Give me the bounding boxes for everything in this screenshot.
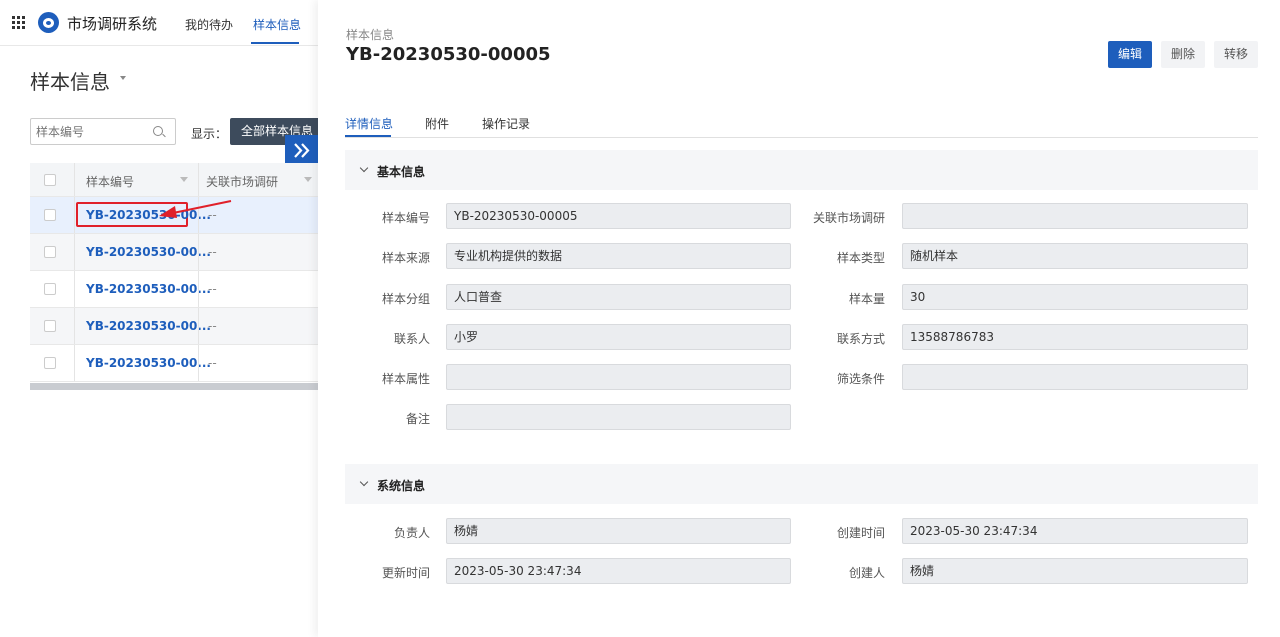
field-label: 备注 <box>405 412 430 426</box>
tab-details[interactable]: 详情信息 <box>345 115 393 132</box>
filter-icon[interactable] <box>180 177 188 182</box>
field-label: 样本量 <box>848 292 885 306</box>
sample-group-field[interactable]: 人口普查 <box>446 284 791 310</box>
horizontal-scrollbar[interactable] <box>30 383 318 390</box>
app-grid-icon[interactable] <box>12 16 25 29</box>
related-survey-cell: -- <box>208 356 217 370</box>
related-survey-field[interactable] <box>902 203 1248 229</box>
page-title[interactable]: 样本信息 <box>30 66 110 95</box>
chevron-down-icon[interactable] <box>359 477 369 487</box>
sample-no-link[interactable]: YB-20230530-00... <box>86 319 211 333</box>
field-label: 样本类型 <box>836 251 885 265</box>
search-icon[interactable] <box>153 126 163 136</box>
row-checkbox[interactable] <box>44 209 56 221</box>
view-dropdown-caret-icon[interactable] <box>120 76 126 80</box>
field-label: 联系人 <box>393 332 430 346</box>
field-label: 样本编号 <box>381 211 430 225</box>
form-row: 样本编号 YB-20230530-00005 关联市场调研 <box>318 203 1280 229</box>
table-header-row: 样本编号 关联市场调研 <box>30 163 318 197</box>
search-box[interactable] <box>30 118 176 145</box>
form-row: 更新时间 2023-05-30 23:47:34 创建人 杨婧 <box>318 558 1280 584</box>
chevron-down-icon[interactable] <box>359 163 369 173</box>
form-row: 样本属性 筛选条件 <box>318 364 1280 390</box>
related-survey-cell: -- <box>208 245 217 259</box>
field-label: 样本属性 <box>381 372 430 386</box>
row-checkbox[interactable] <box>44 246 56 258</box>
created-at-field[interactable]: 2023-05-30 23:47:34 <box>902 518 1248 544</box>
related-survey-cell: -- <box>208 282 217 296</box>
column-header-related-survey[interactable]: 关联市场调研 <box>206 173 278 190</box>
sample-no-link[interactable]: YB-20230530-00... <box>86 245 211 259</box>
app-logo-icon <box>38 12 59 33</box>
related-survey-cell: -- <box>208 319 217 333</box>
table-row[interactable]: YB-20230530-00... -- <box>30 345 318 382</box>
table-row[interactable]: YB-20230530-00... -- <box>30 271 318 308</box>
section-header-basic[interactable]: 基本信息 <box>345 150 1258 190</box>
row-checkbox[interactable] <box>44 357 56 369</box>
remark-field[interactable] <box>446 404 791 430</box>
field-label: 负责人 <box>393 526 430 540</box>
sample-type-field[interactable]: 随机样本 <box>902 243 1248 269</box>
top-nav-bar: 市场调研系统 我的待办 样本信息 <box>0 0 318 46</box>
column-header-sample-no[interactable]: 样本编号 <box>86 173 134 190</box>
sample-detail-panel: 样本信息 YB-20230530-00005 编辑 删除 转移 详情信息 附件 … <box>318 0 1280 637</box>
sample-no-link[interactable]: YB-20230530-00... <box>86 356 211 370</box>
select-all-checkbox[interactable] <box>44 174 56 186</box>
expand-panel-button[interactable] <box>285 135 318 166</box>
creator-field[interactable]: 杨婧 <box>902 558 1248 584</box>
nav-tab-sample-info[interactable]: 样本信息 <box>253 16 301 33</box>
field-label: 联系方式 <box>836 332 885 346</box>
sample-no-link[interactable]: YB-20230530-00... <box>86 282 211 296</box>
nav-active-indicator <box>251 42 299 44</box>
transfer-button[interactable]: 转移 <box>1214 41 1259 68</box>
row-checkbox[interactable] <box>44 320 56 332</box>
sample-attribute-field[interactable] <box>446 364 791 390</box>
sample-list-panel: 市场调研系统 我的待办 样本信息 样本信息 显示： 全部样本信息 样本编号 关联… <box>0 0 318 637</box>
field-label: 样本分组 <box>381 292 430 306</box>
updated-at-field[interactable]: 2023-05-30 23:47:34 <box>446 558 791 584</box>
field-label: 筛选条件 <box>836 372 885 386</box>
field-label: 样本来源 <box>381 251 430 265</box>
tab-operation-log[interactable]: 操作记录 <box>482 115 530 132</box>
field-label: 创建时间 <box>836 526 885 540</box>
filter-condition-field[interactable] <box>902 364 1248 390</box>
section-title: 基本信息 <box>377 165 426 179</box>
form-row: 联系人 小罗 联系方式 13588786783 <box>318 324 1280 350</box>
row-checkbox[interactable] <box>44 283 56 295</box>
section-header-system[interactable]: 系统信息 <box>345 464 1258 504</box>
form-row: 样本分组 人口普查 样本量 30 <box>318 284 1280 310</box>
field-label: 创建人 <box>848 566 885 580</box>
table-row[interactable]: YB-20230530-00... -- <box>30 234 318 271</box>
filter-icon[interactable] <box>304 177 312 182</box>
detail-tabs: 详情信息 附件 操作记录 <box>345 115 1258 138</box>
section-title: 系统信息 <box>377 479 426 493</box>
sample-size-field[interactable]: 30 <box>902 284 1248 310</box>
field-label: 更新时间 <box>381 566 430 580</box>
delete-button[interactable]: 删除 <box>1161 41 1206 68</box>
edit-button[interactable]: 编辑 <box>1108 41 1153 68</box>
red-arrow-annotation <box>159 200 232 218</box>
form-row: 样本来源 专业机构提供的数据 样本类型 随机样本 <box>318 243 1280 269</box>
form-row: 备注 <box>318 404 1280 430</box>
table-row[interactable]: YB-20230530-00... -- <box>30 308 318 345</box>
record-title: YB-20230530-00005 <box>346 44 551 65</box>
sample-table: 样本编号 关联市场调研 YB-20230530-00... -- YB-2023… <box>30 163 318 382</box>
form-row: 负责人 杨婧 创建时间 2023-05-30 23:47:34 <box>318 518 1280 544</box>
double-chevron-right-icon <box>294 143 310 158</box>
owner-field[interactable]: 杨婧 <box>446 518 791 544</box>
breadcrumb: 样本信息 <box>346 28 395 42</box>
tab-active-indicator <box>345 135 391 137</box>
nav-tab-my-todo[interactable]: 我的待办 <box>185 16 233 33</box>
contact-field[interactable]: 小罗 <box>446 324 791 350</box>
app-title: 市场调研系统 <box>67 15 158 33</box>
phone-field[interactable]: 13588786783 <box>902 324 1248 350</box>
sample-source-field[interactable]: 专业机构提供的数据 <box>446 243 791 269</box>
field-label: 关联市场调研 <box>812 211 885 225</box>
search-input[interactable] <box>36 124 146 140</box>
show-label: 显示： <box>191 127 228 141</box>
sample-no-field[interactable]: YB-20230530-00005 <box>446 203 791 229</box>
tab-attachments[interactable]: 附件 <box>425 115 449 132</box>
